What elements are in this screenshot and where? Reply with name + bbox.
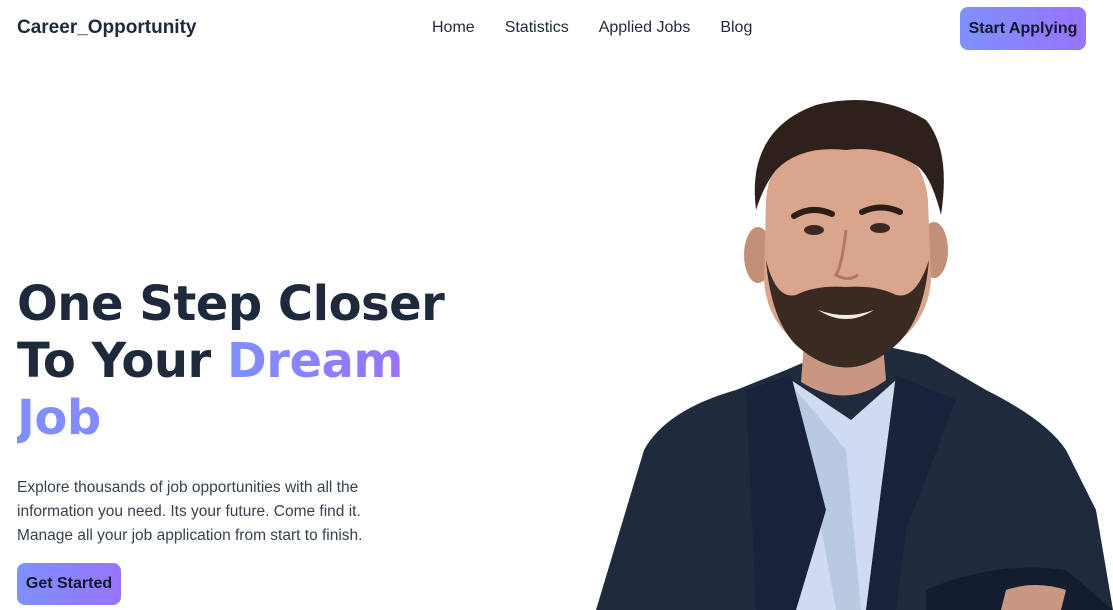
nav-item-home[interactable]: Home (432, 19, 475, 37)
hero-title-line-2: To Your Dream (17, 333, 437, 390)
nav-item-blog[interactable]: Blog (720, 19, 752, 37)
hero-description-line: Explore thousands of job opportunities w… (17, 479, 359, 496)
start-applying-button[interactable]: Start Applying (960, 7, 1086, 50)
brand-logo[interactable]: Career_Opportunity (17, 17, 196, 39)
navbar: Career_Opportunity Home Statistics Appli… (0, 0, 1113, 58)
hero-title: One Step Closer To Your Dream Job (17, 276, 445, 447)
hero-description: Explore thousands of job opportunities w… (17, 476, 407, 548)
hero-description-line: Manage all your job application from sta… (17, 527, 363, 544)
hero-person-image (596, 100, 1113, 610)
hero-description-line: information you need. Its your future. C… (17, 503, 361, 520)
hero-title-accent-dream: Dream (226, 333, 403, 389)
nav-links: Home Statistics Applied Jobs Blog (432, 19, 782, 37)
hero-title-line-1: One Step Closer (17, 276, 445, 332)
nav-item-statistics[interactable]: Statistics (505, 19, 569, 37)
hero-title-plain: To Your (17, 333, 227, 389)
hero-title-accent-job: Job (17, 390, 437, 447)
nav-item-applied-jobs[interactable]: Applied Jobs (599, 19, 691, 37)
get-started-button[interactable]: Get Started (17, 563, 121, 605)
